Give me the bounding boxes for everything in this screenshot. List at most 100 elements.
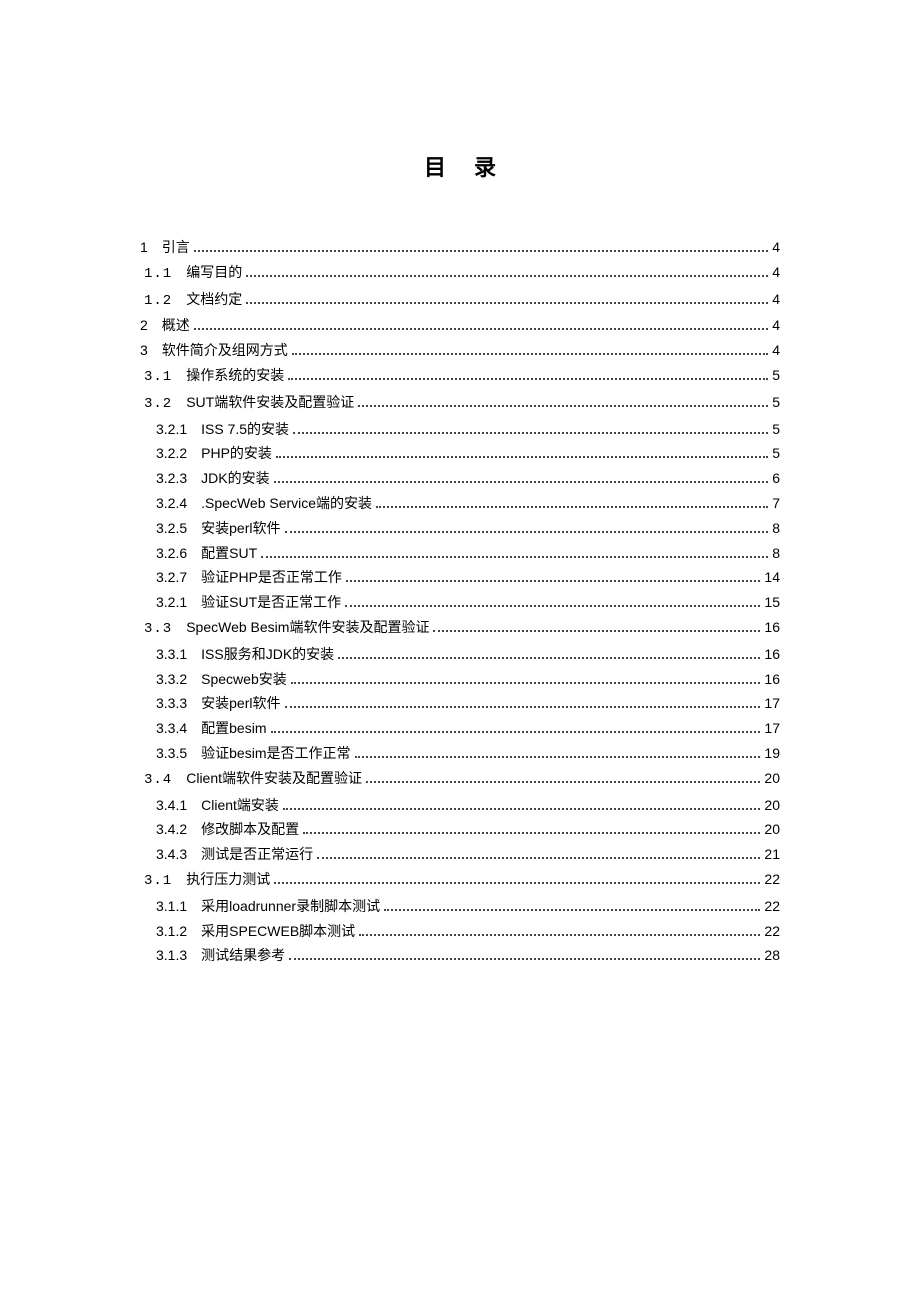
toc-entry[interactable]: 3.2.4.SpecWeb Service端的安装7: [140, 492, 780, 516]
toc-page-number: 17: [764, 692, 780, 716]
toc-label: 操作系统的安装: [186, 364, 284, 388]
toc-label: 安装perl软件: [201, 517, 280, 541]
toc-number: 1.1: [144, 263, 172, 287]
toc-label: PHP的安装: [201, 442, 272, 466]
toc-leader-dots: [433, 630, 760, 632]
toc-label: 配置besim: [201, 717, 266, 741]
toc-number: 3.1: [144, 870, 172, 894]
toc-leader-dots: [283, 808, 760, 810]
toc-page-number: 22: [764, 868, 780, 892]
toc-entry[interactable]: 1引言4: [140, 236, 780, 260]
toc-entry[interactable]: 3.3.1ISS服务和JDK的安装16: [140, 643, 780, 667]
toc-entry[interactable]: 3.4.3测试是否正常运行21: [140, 843, 780, 867]
toc-page-number: 22: [764, 920, 780, 944]
toc-entry[interactable]: 3.3.3 安装perl软件 17: [140, 692, 780, 716]
toc-entry[interactable]: 3.2SUT端软件安装及配置验证5: [140, 391, 780, 417]
toc-leader-dots: [289, 958, 760, 960]
toc-page-number: 4: [772, 236, 780, 260]
toc-page-number: 5: [772, 364, 780, 388]
toc-number: 3.3.5: [156, 742, 187, 766]
toc-label: ISS 7.5的安装: [201, 418, 289, 442]
toc-leader-dots: [285, 531, 769, 533]
toc-label: 修改脚本及配置: [201, 818, 299, 842]
toc-entry[interactable]: 3.2.5安装perl软件8: [140, 517, 780, 541]
toc-page-number: 5: [772, 418, 780, 442]
toc-leader-dots: [261, 556, 768, 558]
toc-entry[interactable]: 3.3SpecWeb Besim端软件安装及配置验证16: [140, 616, 780, 642]
table-of-contents: 1引言41.1编写目的41.2文档约定42概述43软件简介及组网方式43.1操作…: [140, 236, 780, 968]
toc-entry[interactable]: 3.1.3测试结果参考28: [140, 944, 780, 968]
toc-page-number: 8: [772, 517, 780, 541]
toc-label: 验证SUT是否正常工作: [201, 591, 341, 615]
toc-leader-dots: [291, 682, 761, 684]
toc-number: 3.4.1: [156, 794, 187, 818]
toc-number: 3.2.1: [156, 418, 187, 442]
toc-page-number: 16: [764, 616, 780, 640]
toc-label: 测试是否正常运行: [201, 843, 313, 867]
toc-page-number: 15: [764, 591, 780, 615]
toc-entry[interactable]: 3.2.1 验证SUT是否正常工作 15: [140, 591, 780, 615]
toc-entry[interactable]: 3.3.4配置besim17: [140, 717, 780, 741]
toc-label: Client端安装: [201, 794, 279, 818]
toc-number: 1.2: [144, 290, 172, 314]
toc-entry[interactable]: 1.2文档约定4: [140, 288, 780, 314]
toc-page-number: 20: [764, 767, 780, 791]
toc-entry[interactable]: 3.2.2PHP的安装5: [140, 442, 780, 466]
toc-entry[interactable]: 3.4Client端软件安装及配置验证20: [140, 767, 780, 793]
toc-entry[interactable]: 3.1 执行压力测试 22: [140, 868, 780, 894]
toc-entry[interactable]: 3软件简介及组网方式4: [140, 339, 780, 363]
toc-number: 3.4: [144, 769, 172, 793]
toc-number: 3.3.4: [156, 717, 187, 741]
toc-label: 执行压力测试: [186, 868, 270, 892]
toc-number: 3.2.1: [156, 591, 187, 615]
toc-page-number: 16: [764, 668, 780, 692]
toc-leader-dots: [271, 731, 761, 733]
toc-label: 编写目的: [186, 261, 242, 285]
toc-leader-dots: [345, 605, 760, 607]
toc-leader-dots: [303, 832, 760, 834]
toc-label: 文档约定: [186, 288, 242, 312]
toc-entry[interactable]: 1.1编写目的4: [140, 261, 780, 287]
toc-leader-dots: [274, 882, 760, 884]
toc-number: 3.4.3: [156, 843, 187, 867]
toc-label: 概述: [162, 314, 190, 338]
toc-entry[interactable]: 3.1.1采用loadrunner录制脚本测试22: [140, 895, 780, 919]
toc-number: 3.1.2: [156, 920, 187, 944]
toc-page-number: 19: [764, 742, 780, 766]
toc-page-number: 20: [764, 794, 780, 818]
toc-label: 采用loadrunner录制脚本测试: [201, 895, 380, 919]
toc-entry[interactable]: 3.3.5验证besim是否工作正常19: [140, 742, 780, 766]
toc-entry[interactable]: 3.2.1 ISS 7.5的安装 5: [140, 418, 780, 442]
toc-entry[interactable]: 3.4.1 Client端安装 20: [140, 794, 780, 818]
toc-label: 验证PHP是否正常工作: [201, 566, 342, 590]
toc-entry[interactable]: 3.4.2 修改脚本及配置 20: [140, 818, 780, 842]
toc-entry[interactable]: 3.2.7验证PHP是否正常工作14: [140, 566, 780, 590]
toc-number: 3.1.3: [156, 944, 187, 968]
toc-number: 3.1: [144, 366, 172, 390]
toc-page-number: 5: [772, 391, 780, 415]
toc-label: 配置SUT: [201, 542, 257, 566]
toc-number: 3.4.2: [156, 818, 187, 842]
toc-entry[interactable]: 3.2.3JDK的安装6: [140, 467, 780, 491]
toc-entry[interactable]: 3.1 操作系统的安装 5: [140, 364, 780, 390]
toc-number: 3.2.4: [156, 492, 187, 516]
toc-label: SUT端软件安装及配置验证: [186, 391, 354, 415]
toc-leader-dots: [246, 275, 768, 277]
toc-label: 测试结果参考: [201, 944, 285, 968]
toc-entry[interactable]: 2概述4: [140, 314, 780, 338]
toc-entry[interactable]: 3.1.2采用SPECWEB脚本测试22: [140, 920, 780, 944]
toc-leader-dots: [384, 909, 760, 911]
toc-number: 3.3.3: [156, 692, 187, 716]
toc-number: 3.3.2: [156, 668, 187, 692]
toc-label: 安装perl软件: [201, 692, 280, 716]
toc-entry[interactable]: 3.2.6配置SUT8: [140, 542, 780, 566]
toc-leader-dots: [194, 250, 768, 252]
toc-leader-dots: [317, 857, 760, 859]
page-title: 目录: [140, 150, 780, 182]
toc-label: SpecWeb Besim端软件安装及配置验证: [186, 616, 429, 640]
toc-label: 软件简介及组网方式: [162, 339, 288, 363]
toc-entry[interactable]: 3.3.2Specweb安装16: [140, 668, 780, 692]
toc-label: ISS服务和JDK的安装: [201, 643, 334, 667]
toc-page-number: 20: [764, 818, 780, 842]
toc-label: 引言: [162, 236, 190, 260]
